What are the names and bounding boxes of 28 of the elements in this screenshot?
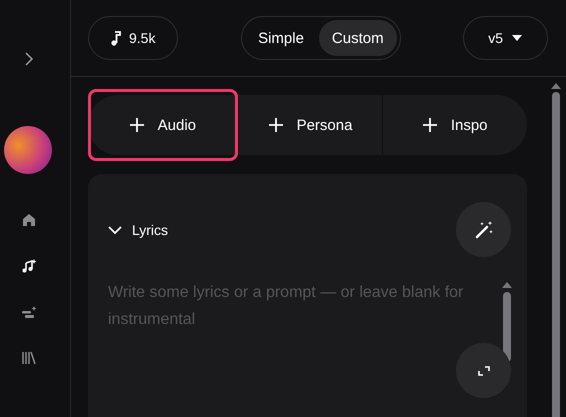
lyrics-input[interactable]: Write some lyrics or a prompt — or leave blank for instrumental (108, 279, 488, 335)
add-attachment-button[interactable]: Inspo (383, 95, 528, 155)
mode-tab[interactable]: Custom (318, 20, 397, 56)
scrollbar-thumb[interactable] (503, 292, 511, 362)
sidebar-nav-item[interactable] (21, 258, 37, 274)
plus-icon (130, 118, 144, 132)
home-icon (21, 212, 37, 228)
sliders-sparkle-icon (21, 304, 37, 320)
add-attachment-button[interactable]: Persona (238, 95, 382, 155)
magic-wand-icon (474, 220, 494, 240)
credits-button[interactable]: 9.5k (88, 16, 178, 60)
lyrics-toggle[interactable]: Lyrics (108, 222, 168, 238)
mode-tab[interactable]: Simple (245, 20, 317, 56)
plus-icon (422, 118, 437, 132)
lyrics-editor[interactable]: Lyrics Write some lyrics or a prompt — or leave blank for instrumental (88, 174, 527, 417)
expand-icon (476, 364, 490, 376)
avatar[interactable] (4, 126, 52, 174)
music-note-sparkle-icon (21, 258, 37, 274)
chevron-down-icon (108, 224, 122, 234)
plus-icon (268, 118, 283, 132)
caret-down-icon (511, 34, 523, 42)
music-note-icon (111, 30, 121, 46)
library-icon (21, 350, 37, 366)
add-attachment-button[interactable]: Audio (88, 89, 238, 161)
chevron-right-icon (24, 52, 34, 66)
expand-sidebar-button[interactable] (24, 52, 34, 66)
scrollbar-thumb[interactable] (552, 92, 560, 417)
version-dropdown[interactable]: v5 (463, 16, 548, 60)
